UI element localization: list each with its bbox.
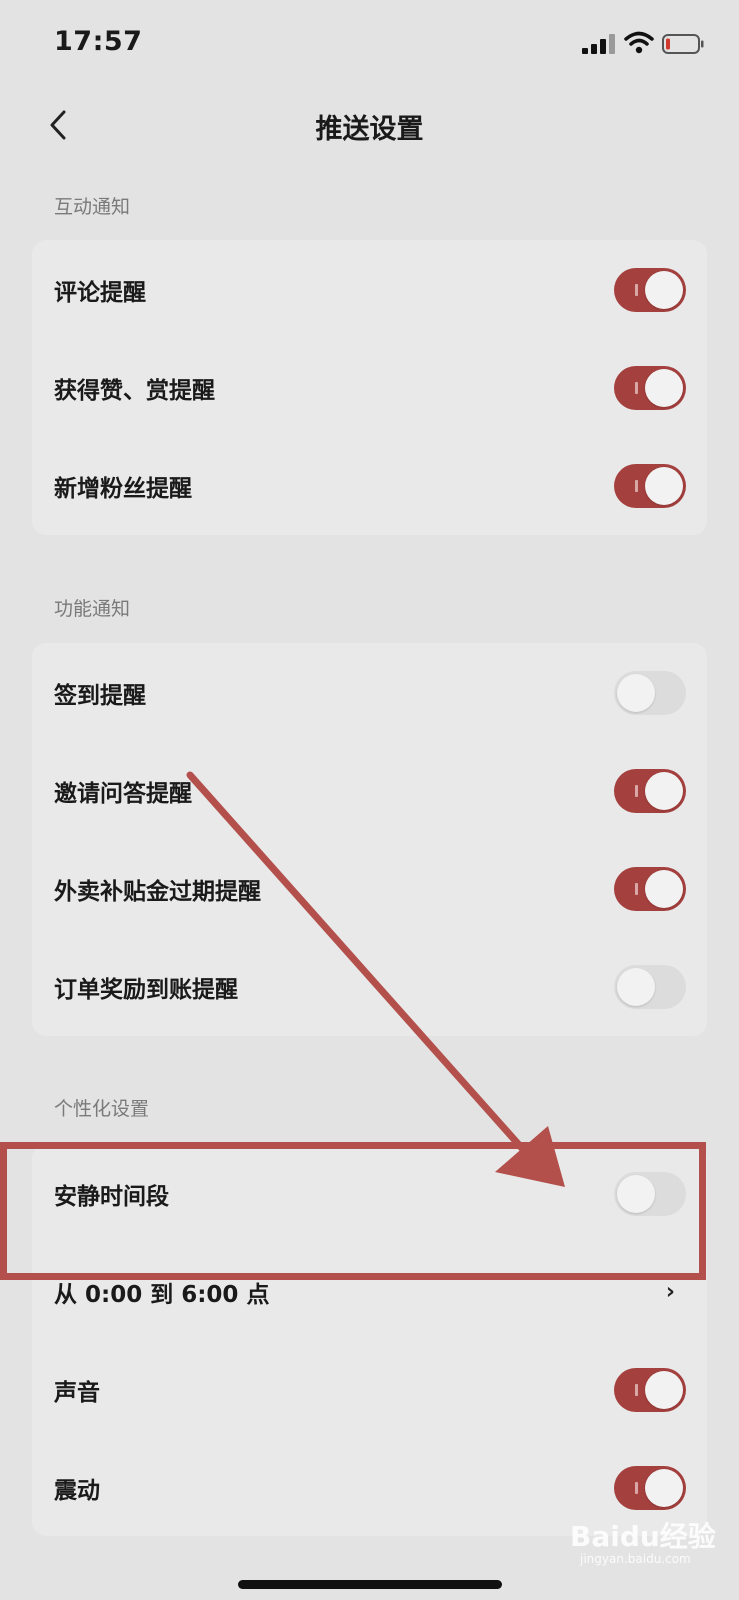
row-sound: 声音 <box>32 1340 707 1440</box>
chevron-right-icon: › <box>665 1279 675 1305</box>
row-takeout-subsidy-reminder: 外卖补贴金过期提醒 <box>32 839 707 939</box>
checkin-reminder-toggle[interactable] <box>614 671 686 715</box>
row-label: 声音 <box>54 1380 100 1406</box>
row-label: 震动 <box>54 1478 100 1504</box>
row-label: 签到提醒 <box>54 683 146 709</box>
row-like-reward-reminder: 获得赞、赏提醒 <box>32 338 707 438</box>
card-function-notifications: 签到提醒 邀请问答提醒 外卖补贴金过期提醒 订单奖励到账提醒 <box>32 643 707 1036</box>
row-label: 订单奖励到账提醒 <box>54 977 238 1003</box>
baidu-watermark-logo: Baidu经验 <box>570 1520 716 1553</box>
cellular-signal-icon <box>582 34 618 54</box>
row-label: 新增粉丝提醒 <box>54 476 192 502</box>
row-new-follower-reminder: 新增粉丝提醒 <box>32 436 707 536</box>
annotation-highlight-box <box>0 1142 706 1280</box>
sound-toggle[interactable] <box>614 1368 686 1412</box>
row-checkin-reminder: 签到提醒 <box>32 643 707 743</box>
like-reward-reminder-toggle[interactable] <box>614 366 686 410</box>
page-title: 推送设置 <box>315 114 424 145</box>
vibration-toggle[interactable] <box>614 1466 686 1510</box>
quiet-hours-range-label: 从 0:00 到 6:00 点 <box>54 1282 270 1308</box>
status-time: 17:57 <box>54 26 143 57</box>
section-header-interaction: 互动通知 <box>54 196 131 218</box>
qa-invite-reminder-toggle[interactable] <box>614 769 686 813</box>
row-label: 评论提醒 <box>54 280 146 306</box>
row-label: 获得赞、赏提醒 <box>54 378 215 404</box>
row-label: 外卖补贴金过期提醒 <box>54 879 261 905</box>
row-qa-invite-reminder: 邀请问答提醒 <box>32 741 707 841</box>
wifi-icon <box>624 31 654 54</box>
navigation-bar: 推送设置 <box>0 95 739 155</box>
card-interaction-notifications: 评论提醒 获得赞、赏提醒 新增粉丝提醒 <box>32 240 707 535</box>
battery-icon <box>662 34 704 54</box>
row-label: 邀请问答提醒 <box>54 781 192 807</box>
new-follower-reminder-toggle[interactable] <box>614 464 686 508</box>
status-bar: 17:57 <box>0 0 739 90</box>
takeout-subsidy-reminder-toggle[interactable] <box>614 867 686 911</box>
section-header-function: 功能通知 <box>54 598 131 620</box>
home-indicator[interactable] <box>238 1580 502 1589</box>
section-header-personalization: 个性化设置 <box>54 1098 150 1120</box>
baidu-watermark-url: jingyan.baidu.com <box>580 1552 691 1566</box>
row-order-reward-reminder: 订单奖励到账提醒 <box>32 937 707 1037</box>
row-comment-reminder: 评论提醒 <box>32 240 707 340</box>
comment-reminder-toggle[interactable] <box>614 268 686 312</box>
order-reward-reminder-toggle[interactable] <box>614 965 686 1009</box>
